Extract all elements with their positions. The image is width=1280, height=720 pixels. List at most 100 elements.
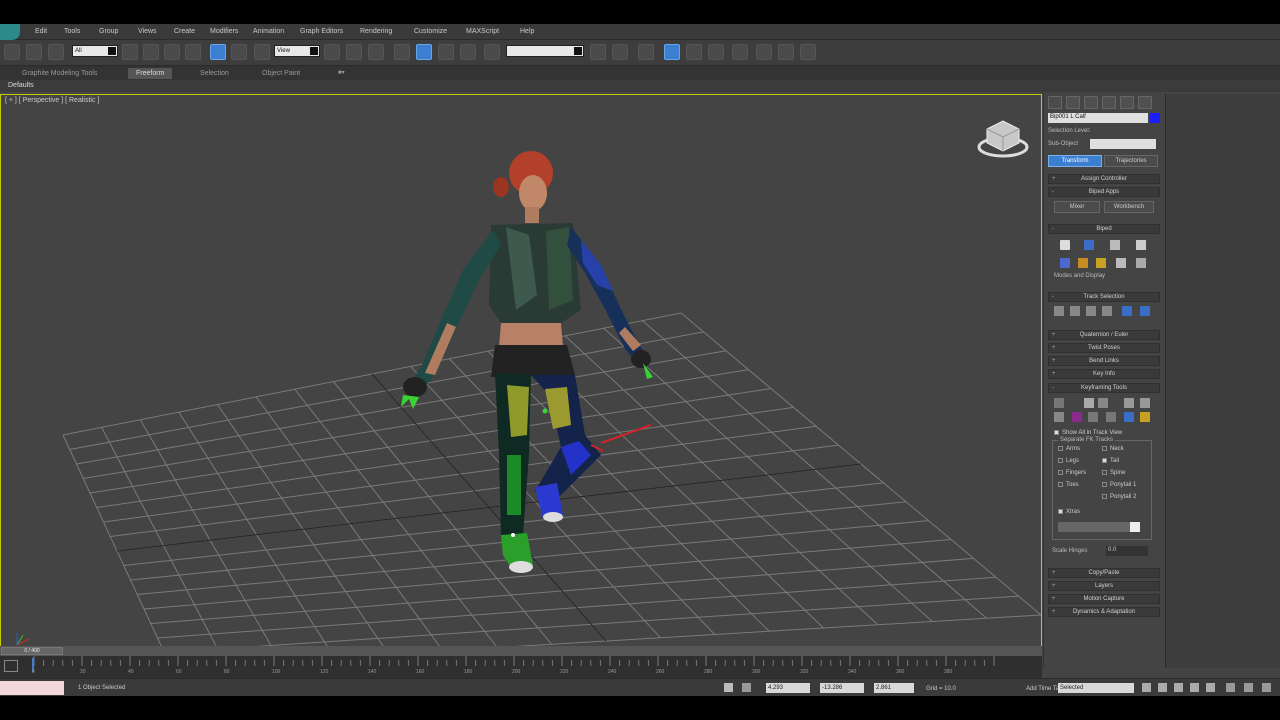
key-mode-icon[interactable]	[1140, 412, 1150, 422]
mini-curve-editor-icon[interactable]	[4, 660, 18, 672]
menu-edit[interactable]: Edit	[35, 28, 47, 35]
tab-freeform[interactable]: Freeform	[128, 68, 173, 79]
lock-icon[interactable]	[724, 683, 733, 692]
object-name-field[interactable]: Bip001 L Calf	[1048, 113, 1148, 123]
reference-coord-dropdown[interactable]: View	[274, 45, 320, 57]
show-all-track-view-checkbox[interactable]: Show All in Track View	[1054, 430, 1122, 436]
rollout-assign-controller[interactable]: + Assign Controller	[1048, 174, 1160, 184]
named-selection-dropdown[interactable]	[506, 45, 584, 57]
tab-graphite-modeling[interactable]: Graphite Modeling Tools	[14, 68, 105, 79]
track-checkbox-fingers[interactable]: Fingers	[1058, 470, 1086, 476]
window-crossing-icon[interactable]	[185, 44, 201, 60]
planted-key-icon[interactable]	[1124, 412, 1134, 422]
track-checkbox-ponytail-1[interactable]: Ponytail 1	[1102, 482, 1136, 488]
spinner-snap-icon[interactable]	[460, 44, 476, 60]
rollout-quaternion-euler[interactable]: + Quaternion / Euler	[1048, 330, 1160, 340]
menu-animation[interactable]: Animation	[253, 28, 284, 35]
track-checkbox-legs[interactable]: Legs	[1058, 458, 1079, 464]
align-icon[interactable]	[612, 44, 628, 60]
key-filter-dropdown[interactable]: Selected	[1058, 683, 1134, 693]
utilities-tab-icon[interactable]	[1138, 96, 1152, 109]
angle-snap-icon[interactable]	[416, 44, 432, 60]
track-checkbox-spine[interactable]: Spine	[1102, 470, 1125, 476]
rendered-frame-icon[interactable]	[778, 44, 794, 60]
tab-object-paint[interactable]: Object Paint	[254, 68, 308, 79]
hierarchy-tab-icon[interactable]	[1084, 96, 1098, 109]
menu-help[interactable]: Help	[520, 28, 534, 35]
rollout-bend-links[interactable]: + Bend Links	[1048, 356, 1160, 366]
selection-filter-dropdown[interactable]: All	[72, 45, 118, 57]
chevron-down-icon[interactable]	[1130, 522, 1140, 532]
app-logo-button[interactable]	[0, 24, 20, 40]
graphite-ribbon-icon[interactable]	[664, 44, 680, 60]
rect-selection-icon[interactable]	[164, 44, 180, 60]
rollout-biped-apps[interactable]: - Biped Apps	[1048, 187, 1160, 197]
material-editor-icon[interactable]	[732, 44, 748, 60]
set-parents-icon[interactable]	[1098, 398, 1108, 408]
edit-named-selection-icon[interactable]	[484, 44, 500, 60]
load-file-icon[interactable]	[1078, 258, 1088, 268]
track-checkbox-toes[interactable]: Toes	[1058, 482, 1079, 488]
tab-trajectories[interactable]: Trajectories	[1104, 155, 1158, 167]
mirror-keys-icon[interactable]	[1084, 398, 1094, 408]
rollout-key-info[interactable]: + Key Info	[1048, 369, 1160, 379]
key-mode-toggle-icon[interactable]	[1226, 683, 1235, 692]
mixer-button[interactable]: Mixer	[1054, 201, 1100, 213]
viewport-perspective[interactable]: [ + ] [ Perspective ] [ Realistic ]	[0, 94, 1042, 668]
y-coordinate-field[interactable]: -13.286	[820, 683, 864, 693]
render-production-icon[interactable]	[800, 44, 816, 60]
track-checkbox-tail[interactable]: Tail	[1102, 458, 1119, 464]
footstep-mode-icon[interactable]	[1084, 240, 1094, 250]
anchor-right-icon[interactable]	[1140, 398, 1150, 408]
select-scale-icon[interactable]	[254, 44, 270, 60]
next-frame-icon[interactable]	[1190, 683, 1199, 692]
rollout-biped[interactable]: - Biped	[1048, 224, 1160, 234]
select-manipulate-icon[interactable]	[346, 44, 362, 60]
rollout-keyframing-tools[interactable]: - Keyframing Tools	[1048, 383, 1160, 393]
keyboard-shortcut-icon[interactable]	[368, 44, 384, 60]
xtras-dropdown[interactable]	[1058, 522, 1140, 532]
track-checkbox-arms[interactable]: Arms	[1058, 446, 1080, 452]
viewcube-gizmo[interactable]	[977, 120, 1029, 158]
body-horizontal-icon[interactable]	[1054, 306, 1064, 316]
layer-manager-icon[interactable]	[638, 44, 654, 60]
menu-tools[interactable]: Tools	[64, 28, 80, 35]
rollout-track-selection[interactable]: - Track Selection	[1048, 292, 1160, 302]
select-move-icon[interactable]	[210, 44, 226, 60]
tab-selection[interactable]: Selection	[192, 68, 237, 79]
xtras-checkbox[interactable]: Xtras	[1058, 509, 1080, 515]
body-vertical-icon[interactable]	[1070, 306, 1080, 316]
motion-tab-icon[interactable]	[1102, 96, 1116, 109]
prev-frame-icon[interactable]	[1158, 683, 1167, 692]
track-bar[interactable]: 0 20 40 60 80 100 120 140 160 180 200 220 240 260 280 3…	[0, 656, 1042, 678]
menu-rendering[interactable]: Rendering	[360, 28, 392, 35]
rollout-motion-capture[interactable]: + Motion Capture	[1048, 594, 1160, 604]
ribbon-options-icon[interactable]: ■▾	[330, 68, 353, 79]
lock-cog-icon[interactable]	[1102, 306, 1112, 316]
anchor-left-icon[interactable]	[1124, 398, 1134, 408]
curve-editor-icon[interactable]	[686, 44, 702, 60]
display-tab-icon[interactable]	[1120, 96, 1134, 109]
select-object-icon[interactable]	[122, 44, 138, 60]
menu-graph-editors[interactable]: Graph Editors	[300, 28, 343, 35]
menu-group[interactable]: Group	[99, 28, 118, 35]
viewport-scene[interactable]	[1, 95, 1041, 667]
bind-space-warp-icon[interactable]	[48, 44, 64, 60]
rollout-dynamics[interactable]: + Dynamics & Adaptation	[1048, 607, 1160, 617]
render-setup-icon[interactable]	[756, 44, 772, 60]
menu-customize[interactable]: Customize	[414, 28, 447, 35]
motion-flow-icon[interactable]	[1110, 240, 1120, 250]
scale-hinges-spinner[interactable]: 0.0	[1106, 546, 1148, 556]
absolute-mode-icon[interactable]	[742, 683, 751, 692]
select-by-name-icon[interactable]	[143, 44, 159, 60]
slide-key-icon[interactable]	[1106, 412, 1116, 422]
select-rotate-icon[interactable]	[231, 44, 247, 60]
workbench-button[interactable]: Workbench	[1104, 201, 1154, 213]
menu-modifiers[interactable]: Modifiers	[210, 28, 238, 35]
mirror-icon[interactable]	[590, 44, 606, 60]
ik-key-icon[interactable]	[1054, 412, 1064, 422]
free-key-icon[interactable]	[1088, 412, 1098, 422]
save-file-icon[interactable]	[1096, 258, 1106, 268]
pivot-center-icon[interactable]	[324, 44, 340, 60]
symmetrical-icon[interactable]	[1122, 306, 1132, 316]
